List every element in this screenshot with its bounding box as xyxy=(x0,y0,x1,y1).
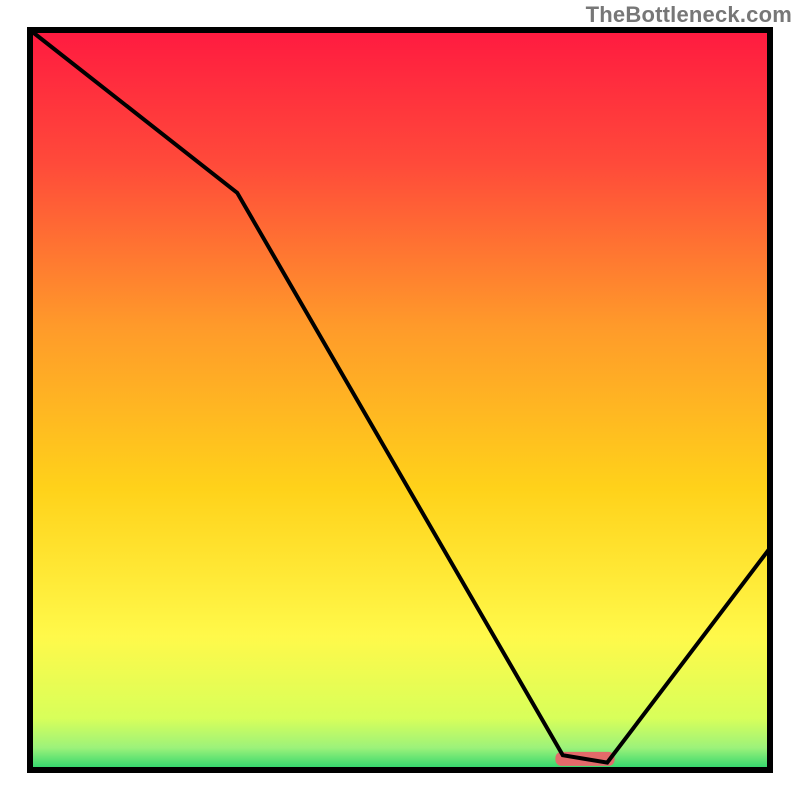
gradient-background xyxy=(30,30,770,770)
bottleneck-chart xyxy=(0,0,800,800)
chart-container: TheBottleneck.com xyxy=(0,0,800,800)
watermark-text: TheBottleneck.com xyxy=(586,2,792,28)
